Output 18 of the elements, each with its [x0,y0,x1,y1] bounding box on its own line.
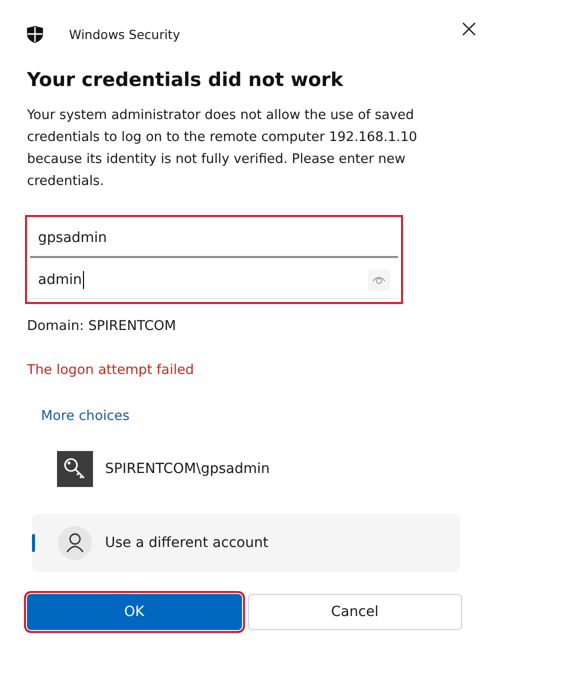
dialog-message: Your system administrator does not allow the use of saved credentials to log on to the remote computer 192.168.1.10 because its identity is not fully verified. Please enter new credentials. [27,107,418,191]
account-label: SPIRENTCOM\gpsadmin [105,461,270,477]
selection-indicator [32,534,35,552]
more-choices-link[interactable]: More choices [41,408,130,424]
domain-label: Domain: SPIRENTCOM [27,318,178,334]
person-icon [57,525,93,561]
eye-icon[interactable] [368,269,390,291]
close-icon[interactable] [461,21,477,37]
account-option[interactable]: Use a different account [32,514,460,572]
account-label: Use a different account [105,535,268,551]
shield-icon [27,26,43,42]
account-option[interactable]: SPIRENTCOM\gpsadmin [32,440,460,498]
cancel-button[interactable]: Cancel [248,594,462,630]
text-cursor [82,271,84,289]
key-icon [57,451,93,487]
error-message: The logon attempt failed [27,362,195,378]
window-title: Windows Security [69,26,182,42]
dialog-heading: Your credentials did not work [27,69,344,91]
